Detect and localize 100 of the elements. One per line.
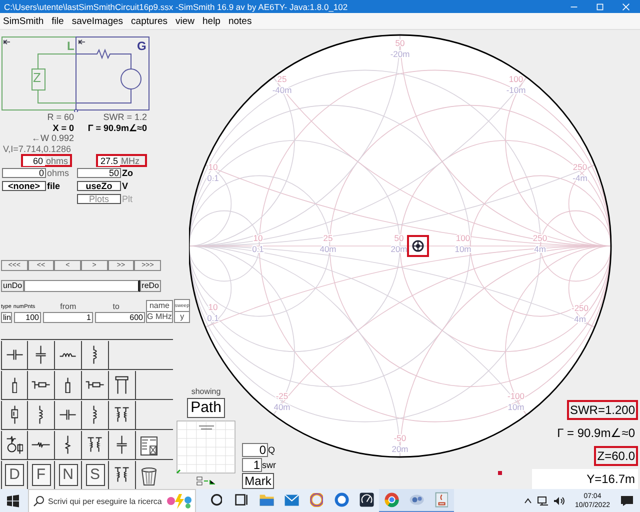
chart-label: 250 [532, 233, 548, 243]
search-field[interactable]: Scrivi qui per eseguire la ricerca [28, 489, 196, 512]
number-field[interactable]: 0 [2, 168, 46, 178]
network-icon[interactable] [536, 496, 549, 506]
mode-button[interactable]: Path [186, 398, 226, 418]
menu-item[interactable]: captures [131, 16, 168, 26]
block-label: S [86, 464, 104, 486]
chart-label: 25 [323, 233, 333, 243]
menu-item[interactable]: file [52, 16, 64, 26]
mark-button[interactable]: Mark [242, 473, 274, 489]
result-text: Y=16.7m [532, 469, 638, 489]
unit-label: file [46, 181, 60, 191]
capacitor-icon [59, 409, 77, 421]
component-button[interactable]: D [1, 461, 28, 489]
menu-item[interactable]: saveImages [72, 16, 124, 26]
component-label: Z [33, 72, 41, 84]
plot-thumbnail[interactable] [174, 420, 238, 475]
menu-item[interactable]: notes [228, 16, 252, 26]
name-field[interactable]: G MHz [147, 312, 172, 322]
chart-label: 10 [208, 302, 218, 312]
maximize-icon[interactable] [596, 2, 604, 10]
speaker-icon[interactable] [552, 496, 565, 506]
chart-label: -100 [508, 391, 524, 401]
inductor-icon [38, 405, 44, 425]
chart-label: 10 [208, 162, 218, 172]
coupled-inductor-icon [87, 437, 103, 453]
menu-item[interactable]: view [175, 16, 194, 26]
from-field[interactable]: 1 [43, 312, 93, 323]
app-icon [408, 494, 424, 506]
number-field[interactable]: 50 [77, 168, 121, 178]
menu-item[interactable]: SimSmith [3, 16, 44, 26]
unit-label: Q [268, 445, 276, 455]
block-label: F [32, 464, 50, 486]
component-button[interactable] [1, 371, 28, 399]
redo-button[interactable]: reDo [140, 280, 161, 292]
marker-icon[interactable] [412, 240, 424, 252]
chart-label: 250 [572, 162, 588, 172]
chart-label: -250 [572, 303, 588, 313]
chart-label: 40m [320, 244, 336, 254]
chart-label: 10m [454, 244, 472, 254]
resistor-icon [65, 435, 71, 455]
chart-label: 50 [395, 38, 405, 48]
field-label: from [59, 302, 78, 312]
round-app-icon [334, 492, 350, 508]
chart-label: 10 [253, 233, 263, 243]
gauge-icon [358, 492, 374, 508]
caret-up-icon[interactable] [522, 496, 533, 506]
windows-logo-icon[interactable] [6, 494, 20, 508]
chart-label: -50 [394, 433, 406, 443]
coax-icon [115, 376, 129, 394]
chart-label: 4m [574, 314, 586, 324]
history-field[interactable] [24, 280, 140, 292]
stub-icon [12, 376, 18, 394]
unit-label: Plt [121, 194, 133, 204]
notification-icon[interactable] [620, 495, 634, 507]
inductor-icon [59, 352, 77, 358]
undo-button[interactable]: unDo [1, 280, 24, 292]
decoration-icon [165, 492, 193, 510]
chart-label: 4m [534, 244, 546, 254]
readout-text: ←W 0.992 [30, 133, 74, 144]
chart-label: -10m [506, 85, 526, 95]
chart-label: -25 [276, 391, 288, 401]
readout-text: X = 0 [52, 122, 74, 133]
caption-text: showing [191, 387, 221, 396]
panel-label: G [137, 40, 146, 52]
param-button[interactable]: useZo [77, 181, 121, 191]
number-field[interactable]: 0 [242, 443, 268, 457]
field-label: name [147, 301, 172, 312]
chart-label: 10m [508, 402, 524, 412]
unit-label: swr [262, 460, 276, 470]
coupled-inductor-icon [114, 407, 130, 423]
inductor-icon [92, 405, 98, 425]
number-field[interactable]: 60 [23, 156, 45, 166]
number-field[interactable]: 1 [242, 458, 262, 472]
capacitor-icon [35, 345, 47, 365]
window-title: C:\Users\utente\lastSimSmithCircuit16p9.ssx -SimSmith 16.9 av by AE6TY- Java:1.8.0_102 [4, 2, 348, 12]
sweep-field[interactable]: y [174, 312, 190, 322]
readout-text: SWR = 1.2 [102, 112, 147, 122]
capacitor-icon [6, 349, 24, 361]
panel-label: L [67, 40, 74, 52]
sweep-type-field[interactable]: lin [1, 312, 12, 323]
stub-icon [65, 376, 71, 394]
source-icon [6, 436, 24, 454]
readout-text: Γ = 90.9m∠≈0 [86, 122, 147, 133]
close-icon[interactable] [622, 2, 630, 10]
ring-icon [310, 493, 324, 507]
circle-icon [210, 494, 222, 506]
chart-label: -20m [390, 49, 410, 59]
param-button[interactable]: <none> [2, 181, 46, 191]
chart-label: 0.1 [207, 173, 219, 183]
component-button[interactable] [1, 401, 28, 429]
component-button[interactable] [1, 341, 28, 369]
block-label: N [58, 464, 78, 486]
number-field[interactable]: 27.5 [98, 156, 120, 166]
menu-item[interactable]: help [202, 16, 220, 26]
chart-label: 50 [394, 233, 404, 243]
points-field[interactable]: 100 [14, 312, 41, 323]
chart-label: 20m [392, 444, 408, 454]
to-field[interactable]: 600 [95, 312, 145, 323]
component-button[interactable] [1, 431, 28, 459]
